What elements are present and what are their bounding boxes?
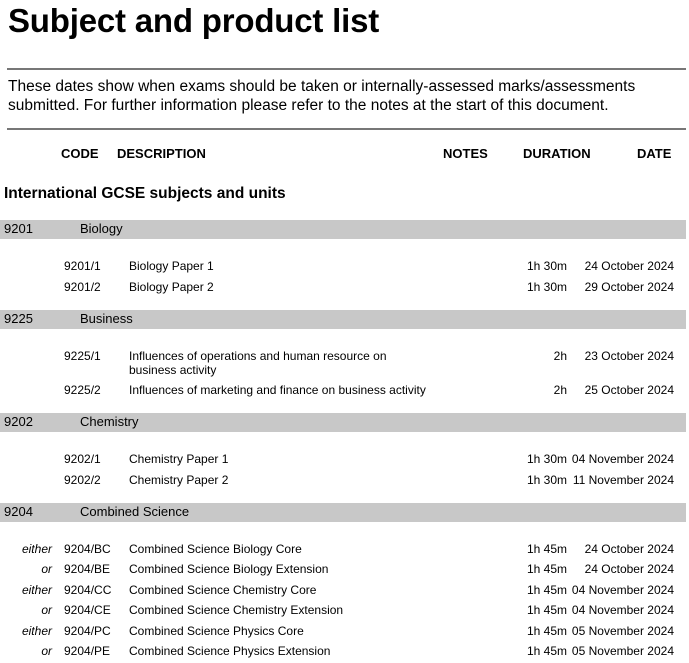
unit-duration: 1h 45m — [526, 603, 567, 617]
unit-description: Influences of operations and human resou… — [129, 349, 387, 377]
subject-header: 9202 Chemistry — [0, 413, 686, 432]
unit-duration: 1h 45m — [526, 644, 567, 658]
header-notes: NOTES — [443, 146, 488, 161]
unit-description: Chemistry Paper 2 — [129, 473, 229, 487]
unit-date: 05 November 2024 — [571, 624, 674, 638]
unit-duration: 1h 45m — [526, 624, 567, 638]
unit-date: 24 October 2024 — [584, 259, 674, 273]
unit-duration: 1h 45m — [526, 562, 567, 576]
subject-header: 9201 Biology — [0, 220, 686, 239]
header-date: DATE — [637, 146, 672, 161]
section-title: International GCSE subjects and units — [4, 185, 286, 202]
subject-code: 9204 — [4, 504, 33, 519]
unit-option-prefix: or — [41, 644, 52, 658]
unit-description: Biology Paper 1 — [129, 259, 214, 273]
unit-date: 04 November 2024 — [571, 452, 674, 466]
unit-code: 9225/1 — [64, 349, 101, 363]
unit-option-prefix: either — [21, 624, 52, 638]
unit-date: 05 November 2024 — [571, 644, 674, 658]
unit-code: 9202/1 — [64, 452, 101, 466]
unit-date: 24 October 2024 — [584, 562, 674, 576]
unit-description: Combined Science Biology Core — [129, 542, 302, 556]
unit-code: 9204/BC — [64, 542, 111, 556]
top-divider — [7, 68, 686, 70]
unit-code: 9204/PC — [64, 624, 111, 638]
unit-duration: 1h 45m — [526, 542, 567, 556]
header-code: CODE — [61, 146, 99, 161]
header-duration: DURATION — [523, 146, 591, 161]
unit-date: 11 November 2024 — [572, 473, 674, 487]
unit-code: 9204/CC — [64, 583, 112, 597]
unit-option-prefix: either — [21, 583, 52, 597]
subject-code: 9225 — [4, 311, 33, 326]
unit-code: 9204/BE — [64, 562, 111, 576]
unit-date: 29 October 2024 — [584, 280, 674, 294]
unit-duration: 2h — [553, 349, 567, 363]
intro-text: These dates show when exams should be ta… — [8, 78, 635, 115]
subject-header: 9225 Business — [0, 310, 686, 329]
unit-option-prefix: either — [21, 542, 52, 556]
header-description: DESCRIPTION — [117, 146, 206, 161]
unit-duration: 2h — [553, 383, 567, 397]
unit-date: 04 November 2024 — [571, 603, 674, 617]
unit-duration: 1h 30m — [526, 452, 567, 466]
unit-option-prefix: or — [41, 603, 52, 617]
unit-description: Combined Science Physics Core — [129, 624, 304, 638]
subject-name: Combined Science — [80, 504, 190, 519]
unit-duration: 1h 30m — [526, 473, 567, 487]
unit-option-prefix: or — [41, 562, 52, 576]
unit-duration: 1h 45m — [526, 583, 567, 597]
unit-description: Combined Science Biology Extension — [129, 562, 329, 576]
subject-code: 9201 — [4, 221, 33, 236]
subject-name: Biology — [80, 221, 123, 236]
intro-divider — [7, 128, 686, 130]
unit-code: 9202/2 — [64, 473, 101, 487]
unit-description: Influences of marketing and finance on b… — [129, 383, 426, 397]
unit-description: Combined Science Chemistry Extension — [129, 603, 344, 617]
unit-duration: 1h 30m — [526, 259, 567, 273]
unit-date: 23 October 2024 — [584, 349, 674, 363]
subject-name: Chemistry — [80, 414, 139, 429]
unit-code: 9204/PE — [64, 644, 111, 658]
subject-header: 9204 Combined Science — [0, 503, 686, 522]
unit-description: Chemistry Paper 1 — [129, 452, 229, 466]
subject-name: Business — [80, 311, 133, 326]
unit-code: 9201/1 — [64, 259, 101, 273]
unit-description: Combined Science Chemistry Core — [129, 583, 317, 597]
unit-code: 9204/CE — [64, 603, 111, 617]
unit-code: 9201/2 — [64, 280, 101, 294]
unit-duration: 1h 30m — [526, 280, 567, 294]
unit-code: 9225/2 — [64, 383, 101, 397]
unit-description: Biology Paper 2 — [129, 280, 214, 294]
unit-date: 25 October 2024 — [584, 383, 674, 397]
unit-date: 04 November 2024 — [571, 583, 674, 597]
unit-description: Combined Science Physics Extension — [129, 644, 331, 658]
subject-code: 9202 — [4, 414, 33, 429]
intro-line-1: These dates show when exams should be ta… — [8, 78, 636, 95]
unit-date: 24 October 2024 — [584, 542, 674, 556]
intro-line-2: submitted. For further information pleas… — [8, 96, 609, 114]
page-title: Subject and product list — [8, 2, 380, 39]
